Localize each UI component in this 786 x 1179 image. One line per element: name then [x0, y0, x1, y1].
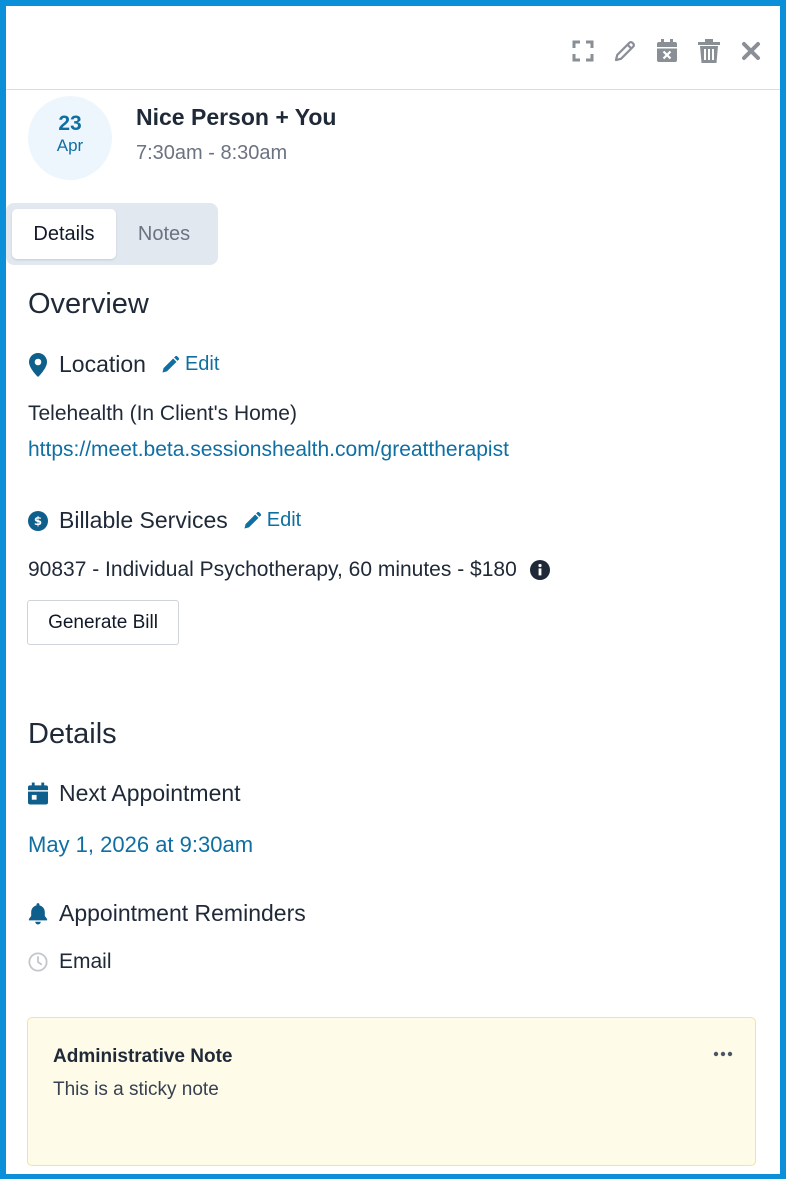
tab-bar: Details Notes: [6, 203, 218, 265]
map-pin-icon: [28, 352, 48, 377]
ellipsis-icon: [713, 1051, 733, 1057]
appointment-time: 7:30am - 8:30am: [136, 142, 288, 164]
expand-button[interactable]: [562, 36, 604, 66]
date-day: 23: [58, 112, 82, 135]
tab-notes[interactable]: Notes: [116, 209, 212, 259]
toolbar: [562, 36, 772, 66]
location-type: Telehealth (In Client's Home): [28, 402, 297, 425]
calendar-x-icon: [657, 39, 677, 62]
panel-content: 23 Apr Nice Person + You 7:30am - 8:30am…: [6, 90, 780, 265]
note-text: This is a sticky note: [53, 1079, 219, 1100]
edit-appointment-button[interactable]: [604, 36, 646, 66]
overview-heading: Overview: [28, 288, 149, 320]
trash-icon: [698, 39, 720, 63]
edit-location-link[interactable]: Edit: [160, 353, 219, 376]
billing-label: Billable Services: [59, 507, 228, 533]
more-options-button[interactable]: [713, 1044, 733, 1062]
expand-icon: [572, 40, 594, 62]
reminders-header: Appointment Reminders: [28, 900, 306, 927]
pencil-icon: [244, 511, 261, 528]
telehealth-link[interactable]: https://meet.beta.sessionshealth.com/gre…: [28, 438, 509, 462]
reminder-method-label: Email: [59, 950, 112, 973]
generate-bill-button[interactable]: Generate Bill: [27, 600, 179, 645]
billing-header: $ Billable Services Edit: [28, 507, 301, 534]
bell-icon: [28, 902, 48, 926]
pencil-icon: [614, 41, 635, 62]
edit-billing-label: Edit: [266, 509, 302, 531]
close-button[interactable]: [730, 36, 772, 66]
pencil-icon: [162, 355, 180, 372]
appointment-panel: 23 Apr Nice Person + You 7:30am - 8:30am…: [0, 0, 786, 1179]
edit-location-label: Edit: [184, 353, 220, 375]
info-icon[interactable]: [529, 560, 550, 580]
calendar-icon: [28, 782, 48, 805]
note-title: Administrative Note: [53, 1046, 233, 1067]
tab-details[interactable]: Details: [12, 209, 116, 259]
date-badge: 23 Apr: [28, 96, 112, 180]
reminder-method: Email: [28, 950, 112, 974]
svg-text:$: $: [34, 514, 42, 528]
next-appointment-header: Next Appointment: [28, 780, 241, 807]
location-header: Location Edit: [28, 351, 219, 378]
dollar-circle-icon: $: [28, 510, 48, 532]
next-appointment-link[interactable]: May 1, 2026 at 9:30am: [28, 832, 253, 858]
billing-service: 90837 - Individual Psychotherapy, 60 min…: [28, 558, 517, 581]
location-label: Location: [59, 351, 146, 377]
delete-appointment-button[interactable]: [688, 36, 730, 66]
panel-header: [6, 6, 780, 90]
sticky-note: Administrative Note This is a sticky not…: [27, 1017, 756, 1166]
edit-billing-link[interactable]: Edit: [242, 509, 301, 532]
date-month: Apr: [56, 136, 84, 155]
appointment-summary: 23 Apr Nice Person + You 7:30am - 8:30am: [28, 90, 758, 196]
reminders-label: Appointment Reminders: [59, 900, 306, 926]
close-icon: [742, 42, 760, 60]
cancel-appointment-button[interactable]: [646, 36, 688, 66]
details-heading: Details: [28, 718, 117, 750]
clock-icon: [28, 951, 48, 973]
appointment-title: Nice Person + You: [136, 104, 337, 130]
next-appointment-label: Next Appointment: [59, 780, 241, 806]
billing-service-line: 90837 - Individual Psychotherapy, 60 min…: [28, 558, 550, 582]
